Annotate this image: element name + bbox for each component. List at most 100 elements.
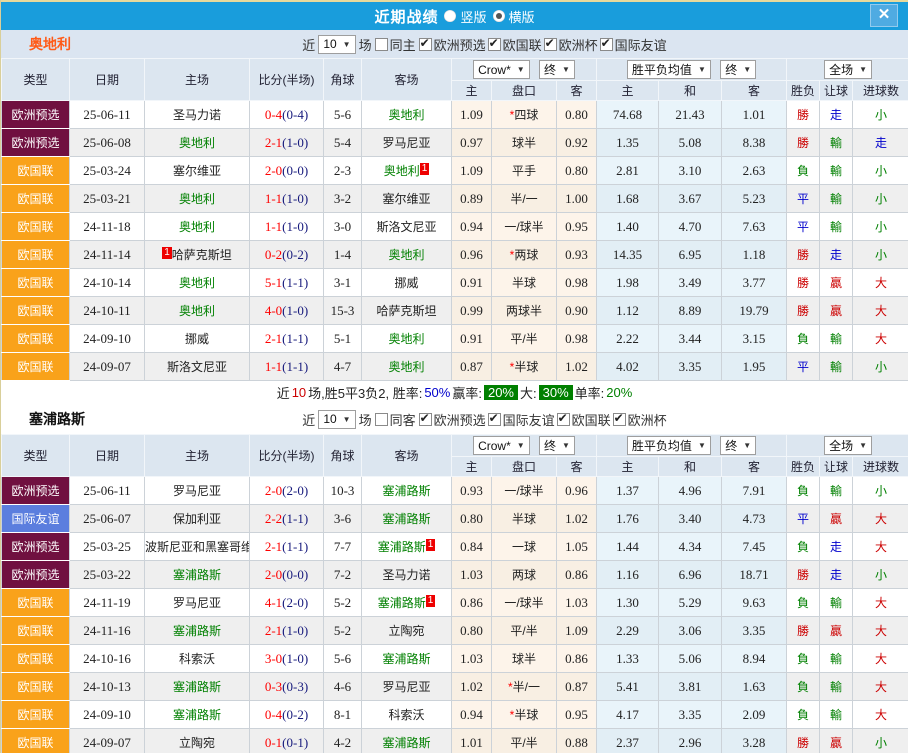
handicap: *两球	[492, 241, 557, 269]
league-filter-checkbox[interactable]: 国际友谊	[600, 35, 667, 54]
away-team-name: 奥地利	[388, 248, 424, 262]
checkbox-label: 欧国联	[572, 410, 611, 429]
away-team-name: 塞浦路斯	[382, 736, 430, 750]
checkbox-icon[interactable]	[613, 413, 626, 426]
avg-home: 1.33	[597, 645, 659, 673]
match-count-dropdown[interactable]: 10▼	[318, 35, 355, 54]
radio-checked-icon[interactable]	[493, 10, 505, 22]
goals-outcome: 小	[853, 477, 908, 505]
handicap-text: 两球	[514, 248, 538, 262]
checkbox-icon[interactable]	[375, 38, 388, 51]
checkbox-icon[interactable]	[419, 38, 432, 51]
away-odds: 1.02	[557, 505, 597, 533]
col-header-corners: 角球	[324, 59, 362, 101]
home-team: 科索沃	[145, 645, 250, 673]
checkbox-icon[interactable]	[600, 38, 613, 51]
avg-draw: 4.96	[659, 477, 722, 505]
avg-home: 1.44	[597, 533, 659, 561]
avg-dropdown[interactable]: 胜平负均值▼	[627, 60, 711, 79]
handicap-text: 半球	[514, 708, 538, 722]
away-team: 科索沃	[362, 701, 452, 729]
checkbox-icon[interactable]	[375, 413, 388, 426]
result-outcome: 勝	[787, 561, 820, 589]
goals-outcome: 大	[853, 701, 908, 729]
checkbox-icon[interactable]	[488, 38, 501, 51]
subheader-handicap: 盘口	[492, 457, 557, 477]
scope-dropdown[interactable]: 全场▼	[824, 60, 872, 79]
away-odds: 1.00	[557, 185, 597, 213]
handicap-text: 平/半	[510, 332, 537, 346]
handicap-text: 两球	[512, 568, 536, 582]
home-team-name: 科索沃	[179, 652, 215, 666]
avg-draw: 3.06	[659, 617, 722, 645]
checkbox-label: 国际友谊	[615, 35, 667, 54]
avg-dropdown[interactable]: 胜平负均值▼	[627, 436, 711, 455]
same-home-checkbox[interactable]: 同主	[375, 35, 416, 54]
home-team-name: 塞尔维亚	[173, 164, 221, 178]
radio-icon[interactable]	[444, 10, 456, 22]
away-team-name: 塞浦路斯	[378, 540, 426, 554]
scope-dropdown[interactable]: 全场▼	[824, 436, 872, 455]
final-odds-dropdown[interactable]: 终▼	[539, 60, 575, 79]
avg-away: 7.91	[722, 477, 787, 505]
league-filter-checkbox[interactable]: 欧洲预选	[419, 410, 486, 429]
checkbox-icon[interactable]	[544, 38, 557, 51]
summary-segment: 20%	[606, 385, 632, 400]
checkbox-icon[interactable]	[419, 413, 432, 426]
result-outcome: 勝	[787, 269, 820, 297]
final-avg-dropdown[interactable]: 终▼	[720, 436, 756, 455]
chevron-down-icon: ▼	[859, 441, 867, 450]
halftime-score: (1-1)	[282, 511, 308, 526]
away-team: 奥地利	[362, 101, 452, 129]
close-icon[interactable]: ✕	[870, 4, 898, 27]
fulltime-score: 0-3	[265, 679, 282, 694]
halftime-score: (1-1)	[282, 275, 308, 290]
match-row: 欧国联 25-03-21 奥地利 1-1(1-0) 3-2 塞尔维亚 0.89 …	[2, 185, 908, 213]
match-row: 欧国联 24-09-07 斯洛文尼亚 1-1(1-1) 4-7 奥地利 0.87…	[2, 353, 908, 381]
result-outcome: 負	[787, 673, 820, 701]
league-filter-checkbox[interactable]: 欧洲预选	[419, 35, 486, 54]
avg-home: 1.68	[597, 185, 659, 213]
home-odds: 0.93	[452, 477, 492, 505]
match-row: 欧国联 24-11-16 塞浦路斯 2-1(1-0) 5-2 立陶宛 0.80 …	[2, 617, 908, 645]
checkbox-icon[interactable]	[557, 413, 570, 426]
col-header-home: 主场	[145, 435, 250, 477]
avg-away: 3.15	[722, 325, 787, 353]
avg-home: 1.35	[597, 129, 659, 157]
final-avg-dropdown[interactable]: 终▼	[720, 60, 756, 79]
same-away-checkbox[interactable]: 同客	[375, 410, 416, 429]
handicap-outcome: 輸	[820, 213, 853, 241]
league-filter-checkbox[interactable]: 欧国联	[488, 35, 542, 54]
handicap-text: 一/球半	[504, 220, 543, 234]
home-section-team: 奥地利	[29, 34, 71, 54]
avg-away: 3.35	[722, 617, 787, 645]
match-row: 欧洲预选 25-03-22 塞浦路斯 2-0(0-0) 7-2 圣马力诺 1.0…	[2, 561, 908, 589]
away-odds: 1.09	[557, 617, 597, 645]
bookmaker-dropdown[interactable]: Crow*▼	[473, 60, 530, 79]
bookmaker-dropdown[interactable]: Crow*▼	[473, 436, 530, 455]
league-filter-checkbox[interactable]: 欧洲杯	[544, 35, 598, 54]
final-odds-dropdown[interactable]: 终▼	[539, 436, 575, 455]
home-team: 塞浦路斯	[145, 561, 250, 589]
summary-segment: 赢率:	[452, 383, 482, 402]
home-team-name: 罗马尼亚	[173, 596, 221, 610]
avg-home: 1.76	[597, 505, 659, 533]
away-team-name: 立陶宛	[388, 624, 424, 638]
halftime-score: (1-0)	[282, 651, 308, 666]
home-team-name: 立陶宛	[179, 736, 215, 750]
avg-away: 1.18	[722, 241, 787, 269]
goals-outcome: 小	[853, 353, 908, 381]
home-team-name: 塞浦路斯	[173, 708, 221, 722]
summary-segment: 10	[292, 385, 306, 400]
match-count-dropdown[interactable]: 10▼	[318, 410, 355, 429]
avg-draw: 3.81	[659, 673, 722, 701]
layout-radio-vertical[interactable]: 竖版	[444, 7, 486, 26]
chevron-down-icon: ▼	[743, 65, 751, 74]
league-filter-checkbox[interactable]: 欧国联	[557, 410, 611, 429]
layout-radio-horizontal[interactable]: 横版	[493, 7, 535, 26]
home-odds: 0.91	[452, 269, 492, 297]
checkbox-icon[interactable]	[488, 413, 501, 426]
league-filter-checkbox[interactable]: 欧洲杯	[613, 410, 667, 429]
near-label: 近	[302, 35, 315, 54]
league-filter-checkbox[interactable]: 国际友谊	[488, 410, 555, 429]
